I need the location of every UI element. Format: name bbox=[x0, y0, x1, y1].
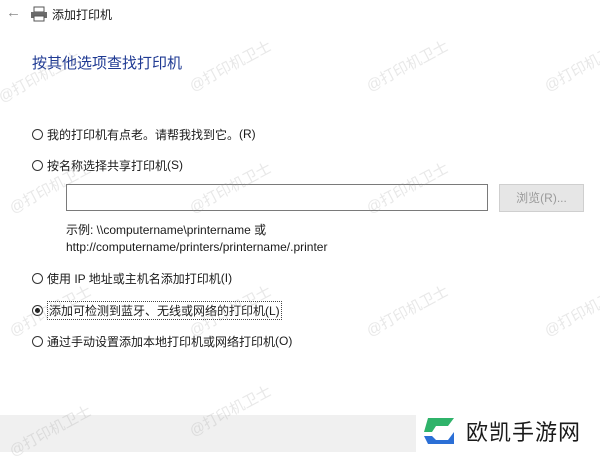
option-label: 按名称选择共享打印机 bbox=[47, 158, 168, 173]
option-key: (O) bbox=[275, 334, 293, 348]
brand-name: 欧凯手游网 bbox=[466, 421, 582, 446]
option-ip-address[interactable]: 使用 IP 地址或主机名添加打印机 (I) bbox=[32, 269, 232, 287]
option-label: 使用 IP 地址或主机名添加打印机 bbox=[47, 271, 221, 286]
option-key: (R) bbox=[239, 127, 256, 141]
radio-button[interactable] bbox=[32, 159, 43, 171]
option-label: 添加可检测到蓝牙、无线或网络的打印机 bbox=[49, 303, 266, 318]
example-line-1: 示例: \\computername\printername 或 bbox=[66, 223, 267, 237]
watermark: @打印机卫士 bbox=[363, 282, 452, 341]
browse-button[interactable]: 浏览(R)... bbox=[499, 184, 584, 212]
share-printer-input[interactable] bbox=[66, 184, 488, 211]
radio-button[interactable] bbox=[32, 128, 43, 140]
brand-logo-icon bbox=[424, 418, 454, 444]
watermark: @打印机卫士 bbox=[186, 37, 275, 96]
watermark: @打印机卫士 bbox=[541, 282, 600, 341]
option-label: 我的打印机有点老。请帮我找到它。 bbox=[47, 127, 240, 142]
focus-label: 添加可检测到蓝牙、无线或网络的打印机(L) bbox=[47, 300, 282, 320]
radio-button-selected[interactable] bbox=[32, 304, 43, 316]
radio-button[interactable] bbox=[32, 335, 43, 347]
title-bar: ← 添加打印机 bbox=[0, 0, 600, 30]
example-line-2: http://computername/printers/printername… bbox=[66, 240, 328, 254]
option-bluetooth-wireless[interactable]: 添加可检测到蓝牙、无线或网络的打印机(L) bbox=[32, 300, 282, 320]
watermark: @打印机卫士 bbox=[541, 37, 600, 96]
window-title: 添加打印机 bbox=[52, 8, 113, 22]
watermark: @打印机卫士 bbox=[363, 37, 452, 96]
option-label: 通过手动设置添加本地打印机或网络打印机 bbox=[47, 334, 276, 349]
printer-icon bbox=[31, 6, 47, 22]
back-arrow-icon[interactable]: ← bbox=[6, 5, 22, 21]
option-key: (L) bbox=[265, 303, 280, 318]
page-heading: 按其他选项查找打印机 bbox=[32, 55, 183, 72]
option-old-printer[interactable]: 我的打印机有点老。请帮我找到它。 (R) bbox=[32, 125, 256, 143]
radio-button[interactable] bbox=[32, 272, 43, 284]
option-shared-printer[interactable]: 按名称选择共享打印机 (S) bbox=[32, 156, 183, 174]
brand-logo: 欧凯手游网 bbox=[416, 410, 600, 452]
option-key: (S) bbox=[167, 158, 184, 172]
option-manual-setup[interactable]: 通过手动设置添加本地打印机或网络打印机 (O) bbox=[32, 332, 292, 350]
option-key: (I) bbox=[220, 271, 233, 285]
